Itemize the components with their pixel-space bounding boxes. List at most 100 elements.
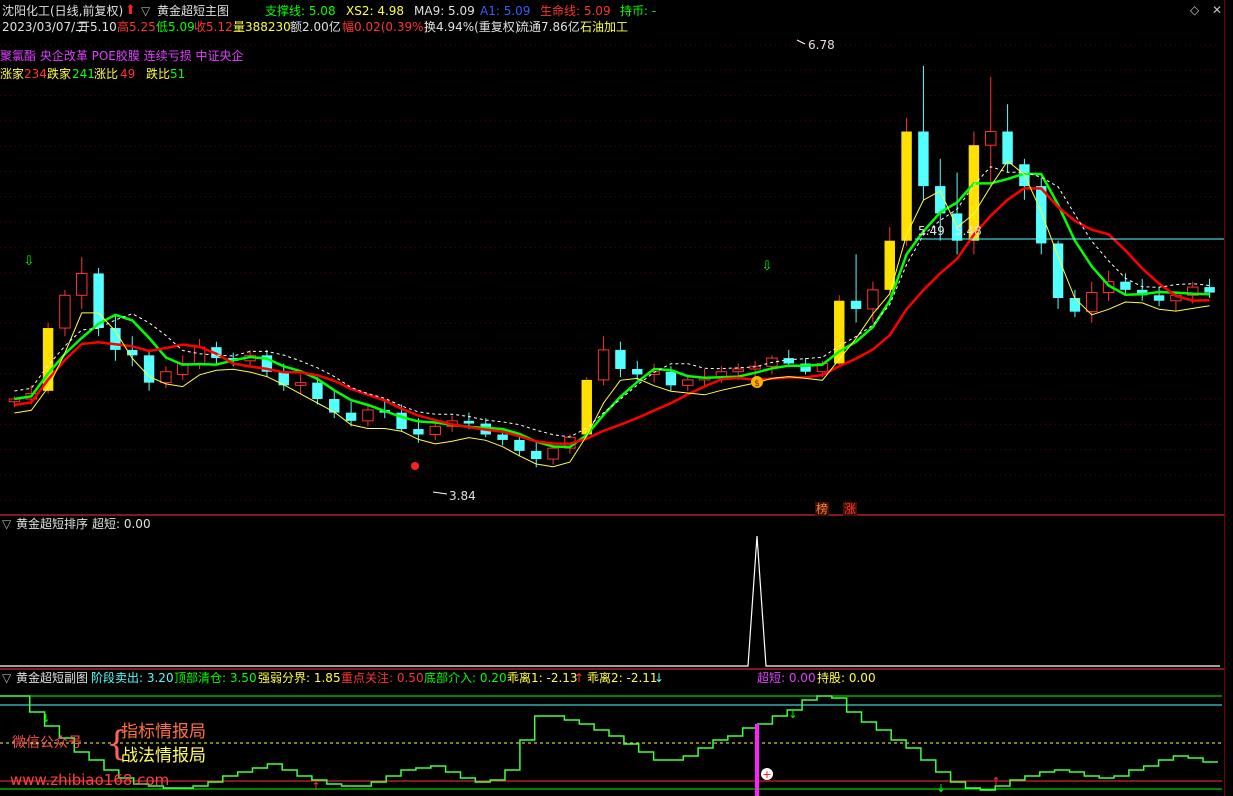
candle-body [918,131,929,187]
ma9-value: MA9: 5.09 [414,4,475,18]
candle-body [362,409,374,422]
quote-volume: 量388230 [233,20,291,34]
quote-amount: 额2.00亿 [290,20,341,34]
quote-close: 收5.12 [194,20,233,34]
candle-body [76,272,88,296]
super-short-spike [0,535,1220,667]
buy-arrow-icon: ↑ [311,780,320,793]
candle-body [294,382,307,386]
main-grid [0,44,1224,501]
dev1-arrow-icon: ↑ [574,671,585,685]
pane2-collapse-icon[interactable]: ▽ [2,517,11,531]
candle-body [160,371,172,384]
sell-arrow-icon: ↓ [41,712,50,725]
down-arrow-icon: ⇩ [762,259,773,274]
down-count-value: 241 [72,67,95,81]
super-short-value: 超短: 0.00 [757,671,816,685]
low-pointer [432,491,448,495]
quote-industry: 石油加工 [580,20,629,34]
bottom-entry-value: 底部介入: 0.20 [424,671,507,685]
candle-body [547,447,559,460]
candle-body [1052,243,1064,299]
candle-body [413,429,424,435]
pane3-title[interactable]: 黄金超短副图 [16,671,88,685]
hold-coin-value: 持币: - [620,4,657,18]
support-line-value: 支撑线: 5.08 [265,4,336,18]
candle-body [463,420,475,424]
candle-body [665,371,677,386]
life-line-value: 生命线: 5.09 [540,4,611,18]
candle-body [1002,131,1013,165]
candle-body [682,379,694,386]
candle-body [1069,298,1081,312]
a1-value: A1: 5.09 [480,4,531,18]
down-arrow-icon: ⇩ [24,254,35,269]
main-indicator-name[interactable]: 黄金超短主图 [157,4,229,18]
deviation2-value: 乖离2: -2.11 [587,671,658,685]
pane2-title[interactable]: 黄金超短排序 [16,517,88,531]
candle-body [93,273,104,329]
diamond-icon[interactable]: ◇ [1190,3,1204,17]
level-a-label: 5.49 [918,224,945,238]
sell-arrow-icon: ↓ [936,782,945,795]
support-dashed-line [14,166,1210,438]
candle-body [429,425,441,435]
candle-body [1036,186,1047,244]
xs2-yellow-line [14,160,1210,468]
strong-weak-value: 强弱分界: 1.85 [258,671,341,685]
ratio-value: 49 [120,67,136,81]
candle-body [514,439,525,451]
quote-change: 幅0.02(0.39%) [342,20,429,34]
quote-turnover: 换4.94%(重复权) [424,20,520,34]
candle-body [615,349,626,369]
candle-body [632,368,643,375]
red-arrow-icon: ⬆ [125,3,136,18]
quote-open: 开5.10 [78,20,117,34]
hold-value: 持股: 0.00 [817,671,876,685]
watermark-line2: 战法情报局 [121,746,206,766]
candle-body [597,349,610,381]
focus-value: 重点关注: 0.50 [341,671,424,685]
candle-body [1120,281,1131,290]
sell-arrow-icon: ↓ [788,708,797,721]
close-icon[interactable]: ✕ [1212,3,1226,17]
high-pointer [796,39,806,45]
candle-body [59,294,71,329]
quote-float: 流通7.86亿 [517,20,580,34]
stage-sell-value: 阶段卖出: 3.20 [91,671,174,685]
signal-bar [755,724,759,796]
quote-low: 低5.09 [156,20,195,34]
stock-title[interactable]: 沈阳化工(日线,前复权) [2,4,123,18]
watermark-site: www.zhibiao168.com [10,771,170,789]
fall-value: 51 [170,67,186,81]
quote-high: 高5.25 [117,20,156,34]
candle-body [783,358,794,364]
low-price-label: 3.84 [449,489,476,503]
right-border [1224,0,1225,796]
candle-body [850,300,862,309]
buy-arrow-icon: ↑ [991,775,1000,788]
fall-label: 跌比 [146,67,171,81]
candle-body [901,131,912,241]
deviation1-value: 乖离1: -2.13 [507,671,578,685]
pane3-collapse-icon[interactable]: ▽ [2,671,11,685]
concept-tags[interactable]: 聚氯酯 央企改革 POE胶膜 连续亏损 中证央企 [0,49,244,63]
limit-up-badge[interactable]: 涨 [843,502,858,516]
candle-body [1153,295,1165,301]
candle-body [497,434,508,440]
candle-body [985,131,997,146]
up-count-label: 涨家 [0,67,25,81]
collapse-icon[interactable]: ▽ [141,4,150,18]
level-b-label: 5.48 [955,224,982,238]
red-dot-marker [411,462,419,470]
candle-body [531,450,542,460]
ratio-label: 涨比 [94,67,119,81]
watermark-wechat: 微信公众号 [12,735,82,751]
list-badge[interactable]: 榜 [815,502,830,516]
watermark-line1: 指标情报局 [121,722,206,742]
money-bag-glyph: $ [754,379,760,389]
candle-body [312,382,323,400]
candle-body [345,412,357,421]
buy-marker-glyph: + [762,768,771,781]
high-price-label: 6.78 [808,38,835,52]
